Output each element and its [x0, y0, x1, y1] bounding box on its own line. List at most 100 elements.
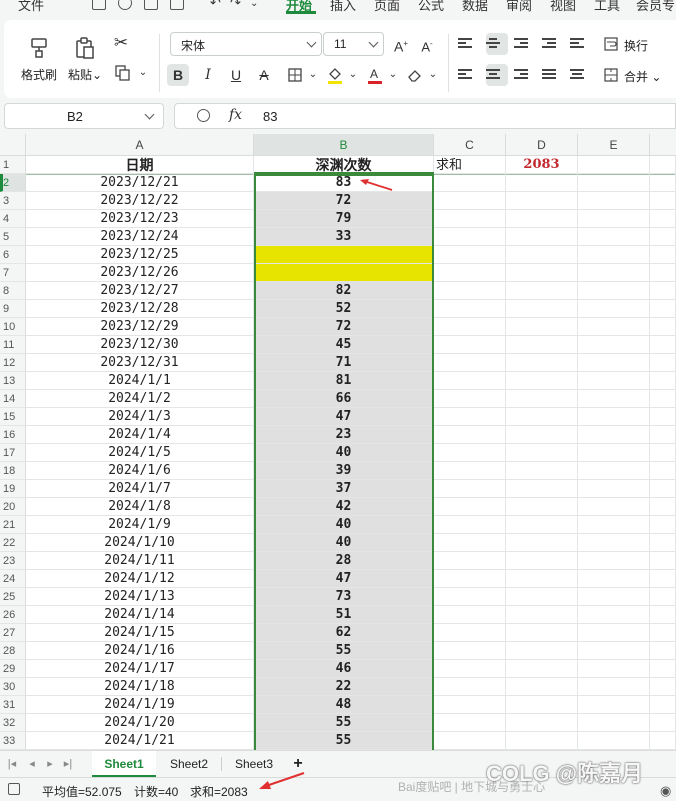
- empty-cell[interactable]: [434, 174, 506, 192]
- count-cell[interactable]: 47: [254, 570, 434, 588]
- row-header[interactable]: 14: [0, 390, 26, 408]
- empty-cell[interactable]: [434, 282, 506, 300]
- date-cell[interactable]: 2024/1/18: [26, 678, 254, 696]
- empty-cell[interactable]: [578, 354, 650, 372]
- date-cell[interactable]: 2023/12/21: [26, 174, 254, 192]
- align-left-button[interactable]: [458, 64, 480, 86]
- empty-cell[interactable]: [506, 264, 578, 282]
- count-cell[interactable]: 55: [254, 642, 434, 660]
- empty-cell[interactable]: [650, 588, 676, 606]
- empty-cell[interactable]: [578, 390, 650, 408]
- date-cell[interactable]: 2023/12/24: [26, 228, 254, 246]
- empty-cell[interactable]: [506, 354, 578, 372]
- empty-cell[interactable]: [578, 606, 650, 624]
- date-cell[interactable]: 2024/1/15: [26, 624, 254, 642]
- empty-cell[interactable]: [506, 444, 578, 462]
- row-header[interactable]: 1: [0, 156, 26, 174]
- empty-cell[interactable]: [434, 426, 506, 444]
- count-cell[interactable]: 55: [254, 732, 434, 750]
- row-header[interactable]: 12: [0, 354, 26, 372]
- distribute-button[interactable]: [570, 64, 592, 86]
- empty-cell[interactable]: [650, 552, 676, 570]
- empty-cell[interactable]: [506, 336, 578, 354]
- empty-cell[interactable]: [434, 336, 506, 354]
- empty-cell[interactable]: [506, 534, 578, 552]
- date-cell[interactable]: 2024/1/12: [26, 570, 254, 588]
- empty-cell[interactable]: [506, 300, 578, 318]
- empty-cell[interactable]: [578, 282, 650, 300]
- wrap-text-button[interactable]: [600, 33, 622, 55]
- indent-increase-button[interactable]: [570, 33, 592, 55]
- empty-cell[interactable]: [650, 264, 676, 282]
- empty-cell[interactable]: [578, 426, 650, 444]
- empty-cell[interactable]: [578, 444, 650, 462]
- empty-cell[interactable]: [506, 660, 578, 678]
- copy-button[interactable]: [112, 62, 134, 84]
- empty-cell[interactable]: [434, 606, 506, 624]
- row-header[interactable]: 13: [0, 372, 26, 390]
- font-color-dropdown-icon[interactable]: ⌄: [382, 64, 404, 86]
- date-cell[interactable]: 2023/12/26: [26, 264, 254, 282]
- empty-cell[interactable]: [650, 624, 676, 642]
- empty-cell[interactable]: [434, 390, 506, 408]
- empty-cell[interactable]: [578, 210, 650, 228]
- empty-cell[interactable]: [506, 678, 578, 696]
- underline-button[interactable]: U: [225, 64, 247, 86]
- empty-cell[interactable]: [506, 498, 578, 516]
- row-header[interactable]: 21: [0, 516, 26, 534]
- empty-cell[interactable]: [434, 300, 506, 318]
- wrap-text-label[interactable]: 换行: [624, 37, 648, 54]
- merge-label[interactable]: 合并 ⌄: [624, 68, 661, 85]
- empty-cell[interactable]: [650, 426, 676, 444]
- zoom-icon[interactable]: [197, 109, 210, 122]
- row-header[interactable]: 24: [0, 570, 26, 588]
- empty-cell[interactable]: [434, 264, 506, 282]
- date-cell[interactable]: 2024/1/11: [26, 552, 254, 570]
- empty-cell[interactable]: [650, 354, 676, 372]
- date-cell[interactable]: 2024/1/19: [26, 696, 254, 714]
- empty-cell[interactable]: [506, 480, 578, 498]
- row-header[interactable]: 10: [0, 318, 26, 336]
- count-cell[interactable]: 52: [254, 300, 434, 318]
- empty-cell[interactable]: [650, 174, 676, 192]
- empty-cell[interactable]: [506, 282, 578, 300]
- add-sheet-icon[interactable]: +: [290, 754, 306, 774]
- empty-cell[interactable]: [434, 192, 506, 210]
- empty-cell[interactable]: [578, 264, 650, 282]
- empty-cell[interactable]: [578, 408, 650, 426]
- empty-cell[interactable]: [506, 732, 578, 750]
- macro-icon[interactable]: [8, 783, 20, 795]
- font-name-select[interactable]: 宋体: [170, 32, 322, 56]
- column-header-f[interactable]: [650, 134, 676, 156]
- count-cell[interactable]: 71: [254, 354, 434, 372]
- row-header[interactable]: 7: [0, 264, 26, 282]
- column-header-b[interactable]: B: [254, 134, 434, 156]
- row-header[interactable]: 25: [0, 588, 26, 606]
- column-header-e[interactable]: E: [578, 134, 650, 156]
- row-header[interactable]: 27: [0, 624, 26, 642]
- redo-arrow-icon[interactable]: ↷: [230, 0, 241, 11]
- empty-cell[interactable]: [578, 192, 650, 210]
- empty-cell[interactable]: [506, 408, 578, 426]
- row-header[interactable]: 4: [0, 210, 26, 228]
- undo-icon[interactable]: [118, 0, 132, 10]
- row-header[interactable]: 6: [0, 246, 26, 264]
- row-header[interactable]: 18: [0, 462, 26, 480]
- row-header[interactable]: 20: [0, 498, 26, 516]
- empty-cell[interactable]: [434, 570, 506, 588]
- count-cell[interactable]: 62: [254, 624, 434, 642]
- empty-cell[interactable]: [650, 732, 676, 750]
- count-cell[interactable]: 82: [254, 282, 434, 300]
- count-cell[interactable]: 40: [254, 444, 434, 462]
- preview-icon[interactable]: [170, 0, 184, 10]
- empty-cell[interactable]: [434, 408, 506, 426]
- empty-cell[interactable]: [434, 588, 506, 606]
- empty-cell[interactable]: [578, 498, 650, 516]
- date-cell[interactable]: 2023/12/23: [26, 210, 254, 228]
- empty-cell[interactable]: [578, 336, 650, 354]
- empty-cell[interactable]: [578, 228, 650, 246]
- count-cell[interactable]: 37: [254, 480, 434, 498]
- date-cell[interactable]: 2024/1/20: [26, 714, 254, 732]
- empty-cell[interactable]: [434, 480, 506, 498]
- cut-icon[interactable]: ✂: [110, 32, 132, 54]
